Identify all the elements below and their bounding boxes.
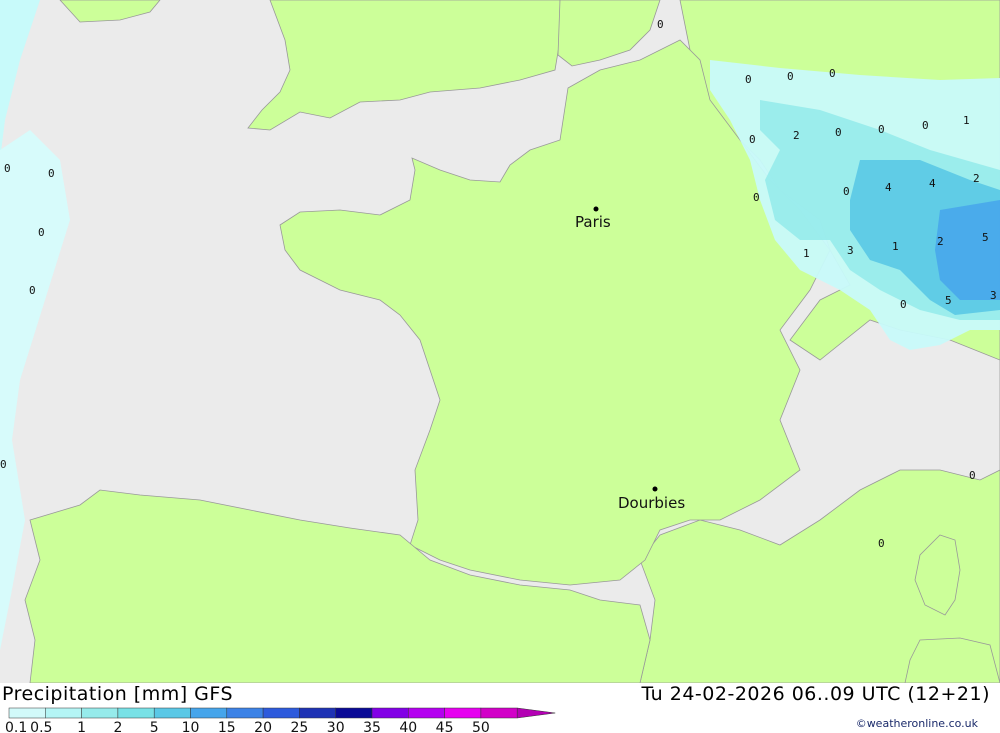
- point-value: 0: [900, 298, 907, 311]
- legend-swatch: [117, 707, 155, 719]
- point-value: 4: [885, 181, 892, 194]
- point-value: 0: [38, 226, 45, 239]
- legend-tick-label: 30: [327, 720, 345, 733]
- point-value: 4: [929, 177, 936, 190]
- point-value: 0: [753, 191, 760, 204]
- legend-swatches: [8, 707, 556, 719]
- legend-swatch: [408, 707, 445, 719]
- legend-tick-label: 25: [290, 720, 308, 733]
- point-value: 0: [922, 119, 929, 132]
- legend-tick-label: 15: [218, 720, 236, 733]
- valid-time: Tu 24-02-2026 06..09 UTC (12+21): [641, 683, 990, 705]
- point-value: 1: [803, 247, 810, 260]
- legend-tick-label: 0.1: [5, 720, 27, 733]
- legend-tick-label: 0.5: [30, 720, 52, 733]
- map-canvas: 0 0 0 0 0 0 0 0 0 0 1 0 0 2 0 4 4 2 0 3 1 2 5 1 5 3 0 0 0 0 Paris Dou…: [0, 0, 1000, 683]
- point-value: 1: [892, 240, 899, 253]
- legend-tick-label: 50: [472, 720, 490, 733]
- legend-tick-label: 20: [254, 720, 272, 733]
- legend-swatch: [444, 707, 482, 719]
- point-value: 0: [48, 167, 55, 180]
- footer-bar: Precipitation [mm] GFS Tu 24-02-2026 06.…: [0, 683, 1000, 733]
- legend-swatch: [8, 707, 46, 719]
- legend-tick-label: 2: [113, 720, 122, 733]
- legend-swatch: [262, 707, 300, 719]
- precipitation-map: 000000000010020442031251530000 Paris Dou…: [0, 0, 1000, 733]
- credit-link[interactable]: ©weatheronline.co.uk: [856, 717, 978, 730]
- point-value: 3: [847, 244, 854, 257]
- color-legend: 0.1 0.5 1 2 5 10 15 20 25 30 35 40 45 50: [5, 707, 556, 733]
- point-value: 1: [963, 114, 970, 127]
- legend-tick-label: 45: [436, 720, 454, 733]
- city-marker-paris: [593, 206, 599, 212]
- point-value: 0: [969, 469, 976, 482]
- point-value: 0: [749, 133, 756, 146]
- point-value: 0: [829, 67, 836, 80]
- point-value: 0: [745, 73, 752, 86]
- point-value: 0: [0, 458, 7, 471]
- point-value: 3: [990, 289, 997, 302]
- point-value: 2: [973, 172, 980, 185]
- legend-swatch: [153, 707, 191, 719]
- legend-tick-label: 5: [150, 720, 159, 733]
- legend-tick-label: 35: [363, 720, 381, 733]
- city-label-dourbies: Dourbies: [618, 494, 685, 512]
- legend-swatch: [335, 707, 373, 719]
- legend-swatch: [190, 707, 228, 719]
- point-value: 0: [843, 185, 850, 198]
- point-value: 0: [878, 537, 885, 550]
- legend-tick-label: 1: [77, 720, 86, 733]
- legend-arrow: [516, 707, 556, 719]
- legend-swatch: [371, 707, 409, 719]
- legend-ticks: 0.1 0.5 1 2 5 10 15 20 25 30 35 40 45 50: [5, 720, 490, 733]
- point-value: 2: [793, 129, 800, 142]
- point-value: 0: [835, 126, 842, 139]
- legend-tick-label: 40: [399, 720, 417, 733]
- city-marker-dourbies: [652, 486, 658, 492]
- legend-swatch: [45, 707, 82, 719]
- point-value: 0: [657, 18, 664, 31]
- point-value: 0: [4, 162, 11, 175]
- legend-swatch: [299, 707, 336, 719]
- point-value: 0: [787, 70, 794, 83]
- legend-swatch: [226, 707, 264, 719]
- point-value: 0: [29, 284, 36, 297]
- city-label-paris: Paris: [575, 213, 611, 231]
- legend-swatch: [81, 707, 119, 719]
- legend-tick-label: 10: [182, 720, 200, 733]
- point-value: 5: [982, 231, 989, 244]
- point-value: 2: [937, 235, 944, 248]
- point-value: 5: [945, 294, 952, 307]
- point-value: 0: [878, 123, 885, 136]
- legend-swatch: [480, 707, 518, 719]
- land-sardinia: [904, 637, 1000, 683]
